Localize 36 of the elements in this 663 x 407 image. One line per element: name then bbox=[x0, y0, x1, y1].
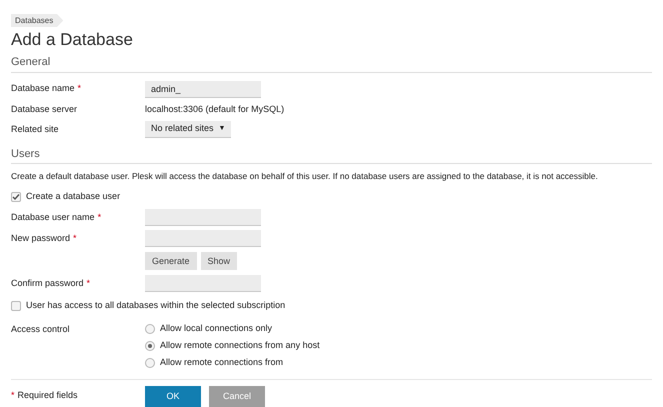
checkbox[interactable] bbox=[11, 192, 21, 202]
required-mark: * bbox=[73, 232, 77, 245]
required-mark: * bbox=[11, 388, 15, 402]
section-heading: Users bbox=[11, 148, 40, 160]
section-heading: General bbox=[11, 56, 50, 68]
radio-label: Allow remote connections from any host bbox=[160, 339, 320, 352]
field-label: Confirm password bbox=[11, 277, 84, 290]
input-field[interactable] bbox=[145, 230, 261, 248]
radio-label: Allow local connections only bbox=[160, 322, 272, 335]
page-title: Add a Database bbox=[11, 29, 134, 51]
required-mark: * bbox=[78, 82, 82, 96]
field-label: Database server bbox=[11, 102, 78, 116]
required-mark: * bbox=[98, 211, 102, 224]
input-field[interactable]: admin_ bbox=[145, 80, 261, 98]
users-description: Create a default database user. Plesk will access the database on behalf of this user. If no database users are assigned to the database, it is not accessible. bbox=[11, 170, 599, 183]
field-label: Related site bbox=[11, 122, 59, 136]
breadcrumb-link[interactable]: Databases bbox=[11, 14, 64, 27]
checkbox[interactable] bbox=[11, 301, 21, 311]
ok-button[interactable]: OK bbox=[145, 386, 201, 407]
input-field[interactable] bbox=[145, 275, 261, 292]
radio-button[interactable] bbox=[145, 358, 155, 368]
radio-label: Allow remote connections from bbox=[160, 356, 284, 369]
checkbox-label: Create a database user bbox=[26, 190, 120, 203]
field-value: localhost:3306 (default for MySQL) bbox=[145, 102, 284, 116]
generate-button[interactable]: Generate bbox=[145, 252, 197, 270]
checkbox-label: User has access to all databases within the selected subscription bbox=[26, 299, 286, 312]
required-note: Required fields bbox=[18, 388, 78, 402]
field-label: New password bbox=[11, 232, 70, 245]
field-label: Database user name bbox=[11, 211, 95, 224]
show-button[interactable]: Show bbox=[200, 252, 238, 270]
radio-button[interactable] bbox=[145, 340, 155, 351]
input-field[interactable] bbox=[145, 209, 261, 226]
field-label: Access control bbox=[11, 324, 70, 334]
field-label: Database name bbox=[11, 82, 75, 96]
radio-button[interactable] bbox=[145, 324, 155, 334]
required-mark: * bbox=[86, 277, 90, 290]
